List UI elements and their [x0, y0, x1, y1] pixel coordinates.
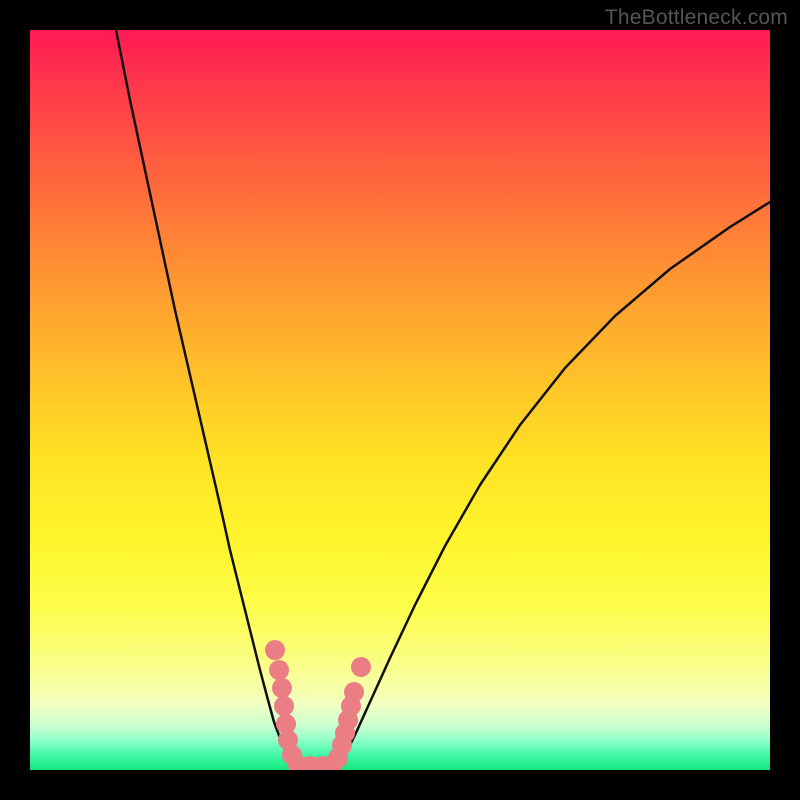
right-cluster-marker [344, 682, 364, 702]
chart-svg [30, 30, 770, 770]
bottleneck-curve [116, 30, 770, 766]
left-cluster-marker [274, 696, 294, 716]
left-cluster-marker [272, 678, 292, 698]
left-cluster-marker [269, 660, 289, 680]
right-cluster-marker [351, 657, 371, 677]
watermark-text: TheBottleneck.com [605, 6, 788, 30]
left-cluster-marker [265, 640, 285, 660]
plot-area [30, 30, 770, 770]
chart-frame: TheBottleneck.com [0, 0, 800, 800]
